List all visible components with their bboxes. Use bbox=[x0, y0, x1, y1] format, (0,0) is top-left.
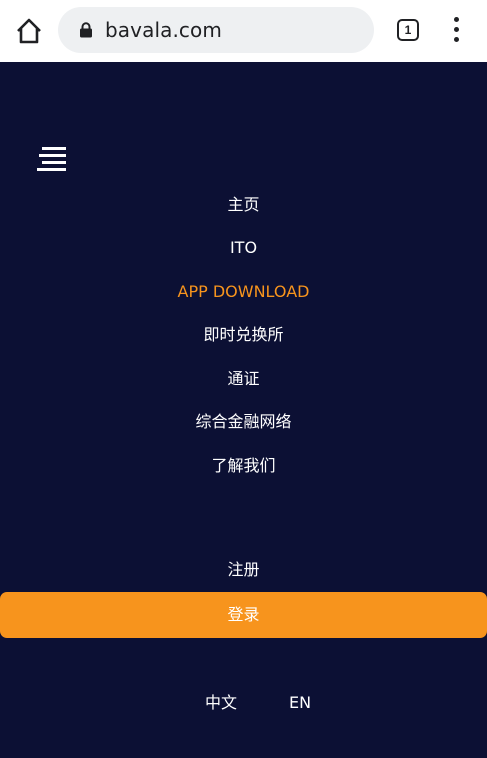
nav-item-token[interactable]: 通证 bbox=[0, 369, 487, 389]
hamburger-menu-icon[interactable] bbox=[37, 147, 69, 171]
url-text: bavala.com bbox=[105, 18, 222, 42]
nav-item-financial-network[interactable]: 综合金融网络 bbox=[0, 412, 487, 432]
language-option-chinese[interactable]: 中文 bbox=[205, 693, 237, 713]
language-option-english[interactable]: EN bbox=[289, 693, 311, 713]
nav-item-home[interactable]: 主页 bbox=[0, 195, 487, 215]
lock-icon bbox=[79, 22, 93, 38]
browser-toolbar: bavala.com 1 bbox=[0, 0, 487, 62]
register-link[interactable]: 注册 bbox=[0, 560, 487, 580]
address-bar[interactable]: bavala.com bbox=[58, 7, 374, 53]
login-button[interactable]: 登录 bbox=[0, 592, 487, 638]
nav-item-app-download[interactable]: APP DOWNLOAD bbox=[0, 282, 487, 302]
more-vert-icon[interactable] bbox=[446, 16, 466, 44]
tab-count: 1 bbox=[404, 23, 412, 37]
site-menu-page: 主页 ITO APP DOWNLOAD 即时兑换所 通证 综合金融网络 了解我们… bbox=[0, 62, 487, 758]
tab-switcher-icon[interactable]: 1 bbox=[397, 19, 419, 41]
home-icon[interactable] bbox=[14, 16, 44, 46]
nav-item-about-us[interactable]: 了解我们 bbox=[0, 456, 487, 476]
nav-item-exchange[interactable]: 即时兑换所 bbox=[0, 325, 487, 345]
nav-item-ito[interactable]: ITO bbox=[0, 238, 487, 258]
